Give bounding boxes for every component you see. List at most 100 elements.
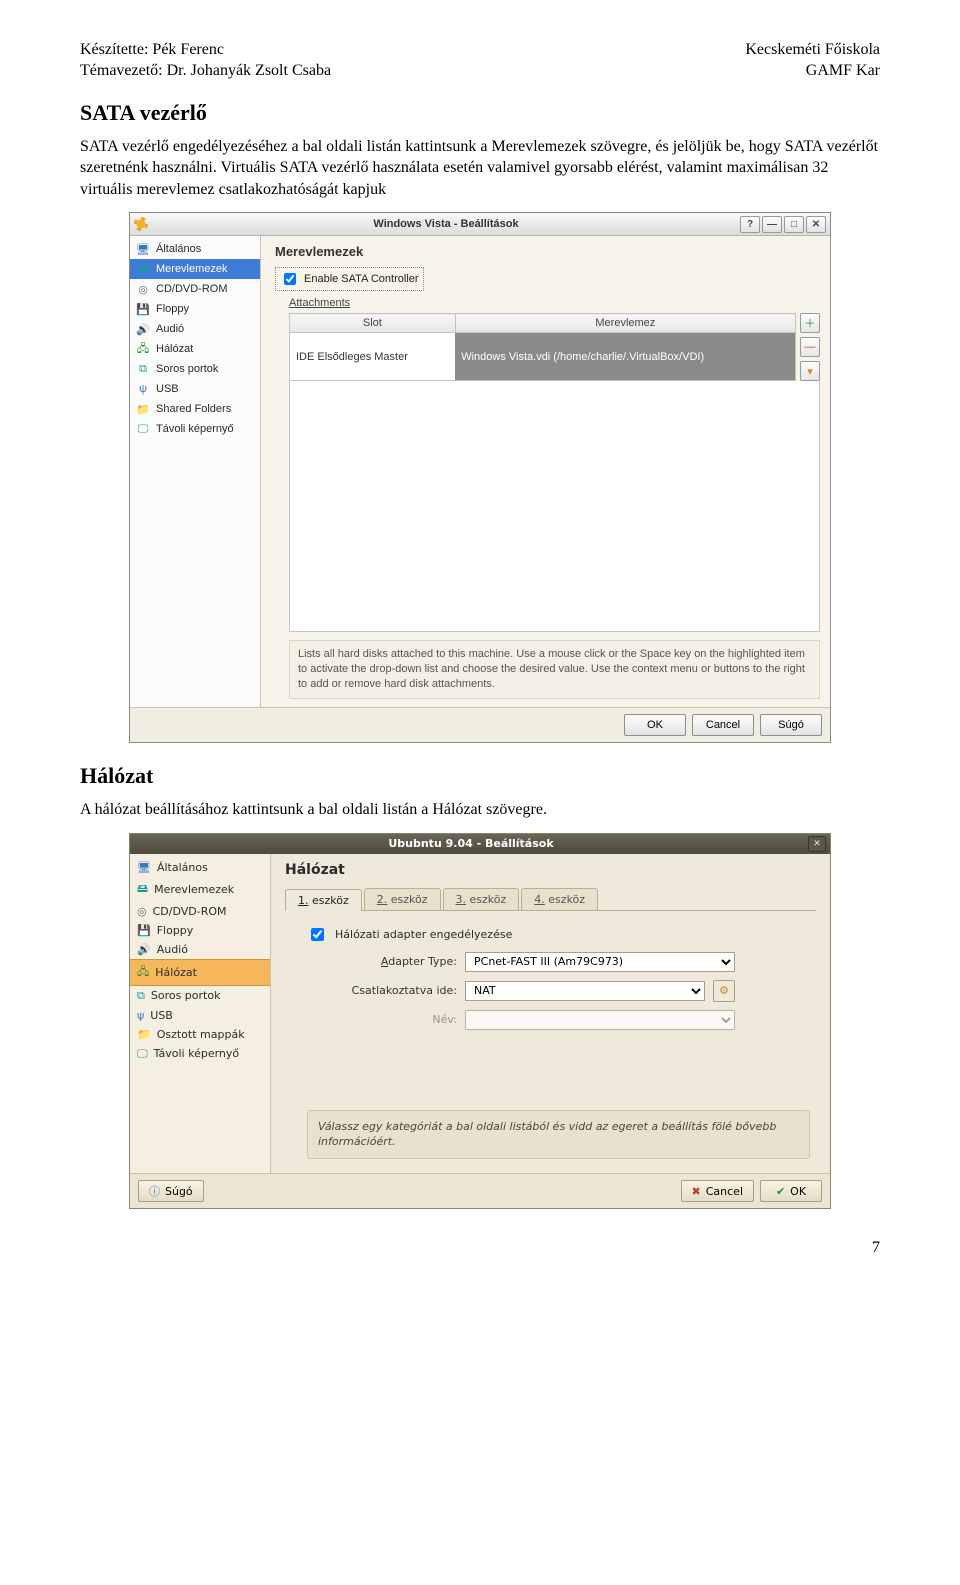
sidebar-item-label: USB — [156, 383, 179, 395]
window-title: Windows Vista - Beállítások — [152, 218, 740, 230]
sidebar-item-floppy[interactable]: 💾 Floppy — [130, 299, 260, 319]
tab-adapter-2[interactable]: 2. eszköz — [364, 888, 441, 910]
cancel-button-label: Cancel — [706, 1185, 743, 1198]
help-hint: Válassz egy kategóriát a bal oldali list… — [307, 1110, 810, 1160]
section-title-sata: SATA vezérlő — [80, 100, 880, 126]
tab-adapter-1[interactable]: 1. eszköz — [285, 889, 362, 911]
enable-sata-row[interactable]: Enable SATA Controller — [275, 267, 424, 291]
cancel-button[interactable]: ✖ Cancel — [681, 1180, 754, 1202]
adapter-type-select[interactable]: PCnet-FAST III (Am79C973) — [465, 952, 735, 972]
dialog-ubuntu-settings: Ububntu 9.04 - Beállítások ✕ 🖥Általános🖴… — [129, 833, 831, 1210]
sidebar-item-audi-[interactable]: 🔊Audió — [130, 319, 260, 339]
enable-sata-checkbox[interactable] — [284, 273, 296, 285]
adapter-tabs: 1. eszköz2. eszköz3. eszköz4. eszköz — [285, 888, 816, 911]
section-paragraph-network: A hálózat beállításához kattintsunk a ba… — [80, 799, 880, 821]
sidebar-item-shared-folders[interactable]: 📁 Shared Folders — [130, 399, 260, 419]
sidebar-item-label: Általános — [156, 243, 201, 255]
sidebar-item-soros-portok[interactable]: ⧉Soros portok — [130, 986, 270, 1006]
sidebar-item-h-l-zat[interactable]: 🖧Hálózat — [130, 959, 270, 986]
help-button[interactable]: ⓘ Súgó — [138, 1180, 204, 1202]
sidebar-item-cd-dvd-rom[interactable]: ◎ CD/DVD-ROM — [130, 902, 270, 921]
window-close-button[interactable]: ✕ — [806, 216, 826, 233]
faculty-line: GAMF Kar — [745, 61, 880, 82]
sidebar-item-label: Shared Folders — [156, 403, 231, 415]
remote-icon: 🖵 — [137, 1047, 148, 1061]
cd-icon: ◎ — [137, 905, 147, 918]
cell-disk[interactable]: Windows Vista.vdi (/home/charlie/.Virtua… — [455, 333, 795, 381]
tab-adapter-3[interactable]: 3. eszköz — [443, 888, 520, 910]
folder-icon: 📁 — [136, 402, 150, 416]
network-icon: 🖧 — [137, 963, 149, 982]
cancel-button[interactable]: Cancel — [692, 714, 754, 736]
audio-icon: 🔊 — [136, 322, 150, 336]
table-row[interactable]: IDE Elsődleges Master Windows Vista.vdi … — [290, 333, 796, 381]
sidebar-item-label: Soros portok — [151, 989, 221, 1002]
sidebar-item--ltal-nos[interactable]: 🖥Általános — [130, 858, 270, 877]
adapter-type-label: Adapter Type: — [307, 955, 457, 968]
sidebar-item-audi-[interactable]: 🔊Audió — [130, 940, 270, 959]
sidebar-item-label: Osztott mappák — [157, 1028, 245, 1041]
section-paragraph-sata: SATA vezérlő engedélyezéséhez a bal olda… — [80, 136, 880, 201]
attached-to-select[interactable]: NAT — [465, 981, 705, 1001]
window-help-button[interactable]: ? — [740, 216, 760, 233]
gear-icon: ⚙ — [719, 984, 729, 997]
window-close-button[interactable]: ✕ — [808, 836, 826, 852]
panel-heading-network: Hálózat — [285, 862, 816, 878]
sidebar-item--ltal-nos[interactable]: 🖥Általános — [130, 239, 260, 259]
attachments-empty-area[interactable] — [289, 381, 820, 632]
titlebar[interactable]: Ububntu 9.04 - Beállítások ✕ — [130, 834, 830, 854]
enable-sata-label: Enable SATA Controller — [304, 273, 419, 285]
sidebar-item-usb[interactable]: ψUSB — [130, 1006, 270, 1025]
serial-icon: ⧉ — [136, 362, 150, 376]
sidebar-item-merevlemezek[interactable]: 🖴Merevlemezek — [130, 877, 270, 902]
attachments-label: Attachments — [289, 297, 820, 309]
sidebar-item-label: Floppy — [156, 303, 189, 315]
sidebar-item-label: Floppy — [157, 924, 194, 937]
column-slot[interactable]: Slot — [290, 314, 456, 333]
sidebar-item-usb[interactable]: ψUSB — [130, 379, 260, 399]
info-icon: ⓘ — [149, 1183, 160, 1199]
settings-sidebar: 🖥Általános🖴Merevlemezek◎CD/DVD-ROM 💾 Flopp… — [130, 236, 261, 707]
add-attachment-button[interactable]: ＋ — [800, 313, 820, 333]
author-line: Készítette: Pék Ferenc — [80, 40, 331, 61]
sidebar-item-floppy[interactable]: 💾 Floppy — [130, 921, 270, 940]
sidebar-item-osztott-mapp-k[interactable]: 📁 Osztott mappák — [130, 1025, 270, 1044]
sidebar-item-h-l-zat[interactable]: 🖧Hálózat — [130, 339, 260, 359]
network-settings-icon-button[interactable]: ⚙ — [713, 980, 735, 1002]
hdd-icon: 🖴 — [137, 880, 148, 899]
floppy-icon: 💾 — [136, 302, 150, 316]
sidebar-item-label: Hálózat — [156, 343, 193, 355]
sidebar-item-t-voli-k-perny-[interactable]: 🖵Távoli képernyő — [130, 419, 260, 439]
enable-adapter-checkbox[interactable] — [311, 928, 324, 941]
supervisor-line: Témavezető: Dr. Johanyák Zsolt Csaba — [80, 61, 331, 82]
gear-icon — [134, 217, 148, 231]
sidebar-item-label: Audió — [157, 943, 188, 956]
sidebar-item-cd-dvd-rom[interactable]: ◎CD/DVD-ROM — [130, 279, 260, 299]
ok-button[interactable]: OK — [624, 714, 686, 736]
ok-button[interactable]: ✔ OK — [760, 1180, 822, 1202]
tab-adapter-4[interactable]: 4. eszköz — [521, 888, 598, 910]
sidebar-item-soros-portok[interactable]: ⧉ Soros portok — [130, 359, 260, 379]
help-button[interactable]: Súgó — [760, 714, 822, 736]
institution-line: Kecskeméti Főiskola — [745, 40, 880, 61]
sidebar-item-label: USB — [150, 1009, 173, 1022]
attached-to-label: Csatlakoztatva ide: — [307, 984, 457, 997]
select-disk-button[interactable]: ▾ — [800, 361, 820, 381]
floppy-icon: 💾 — [137, 924, 151, 937]
sidebar-item-label: Általános — [157, 861, 208, 874]
remove-attachment-button[interactable]: — — [800, 337, 820, 357]
titlebar[interactable]: Windows Vista - Beállítások ? — □ ✕ — [130, 213, 830, 236]
sidebar-item-label: Soros portok — [156, 363, 218, 375]
sidebar-item-label: CD/DVD-ROM — [153, 905, 227, 918]
settings-sidebar: 🖥Általános🖴Merevlemezek ◎ CD/DVD-ROM💾 Flopp… — [130, 854, 271, 1174]
window-minimize-button[interactable]: — — [762, 216, 782, 233]
window-maximize-button[interactable]: □ — [784, 216, 804, 233]
cell-slot[interactable]: IDE Elsődleges Master — [290, 333, 456, 381]
sidebar-item-t-voli-k-perny-[interactable]: 🖵Távoli képernyő — [130, 1044, 270, 1064]
sidebar-item-label: Távoli képernyő — [156, 423, 234, 435]
sidebar-item-merevlemezek[interactable]: 🖴Merevlemezek — [130, 259, 260, 279]
folder-icon: 📁 — [137, 1028, 151, 1041]
column-disk[interactable]: Merevlemez — [455, 314, 795, 333]
attachments-table[interactable]: Slot Merevlemez IDE Elsődleges Master Wi… — [289, 313, 796, 381]
page-number: 7 — [80, 1239, 880, 1257]
